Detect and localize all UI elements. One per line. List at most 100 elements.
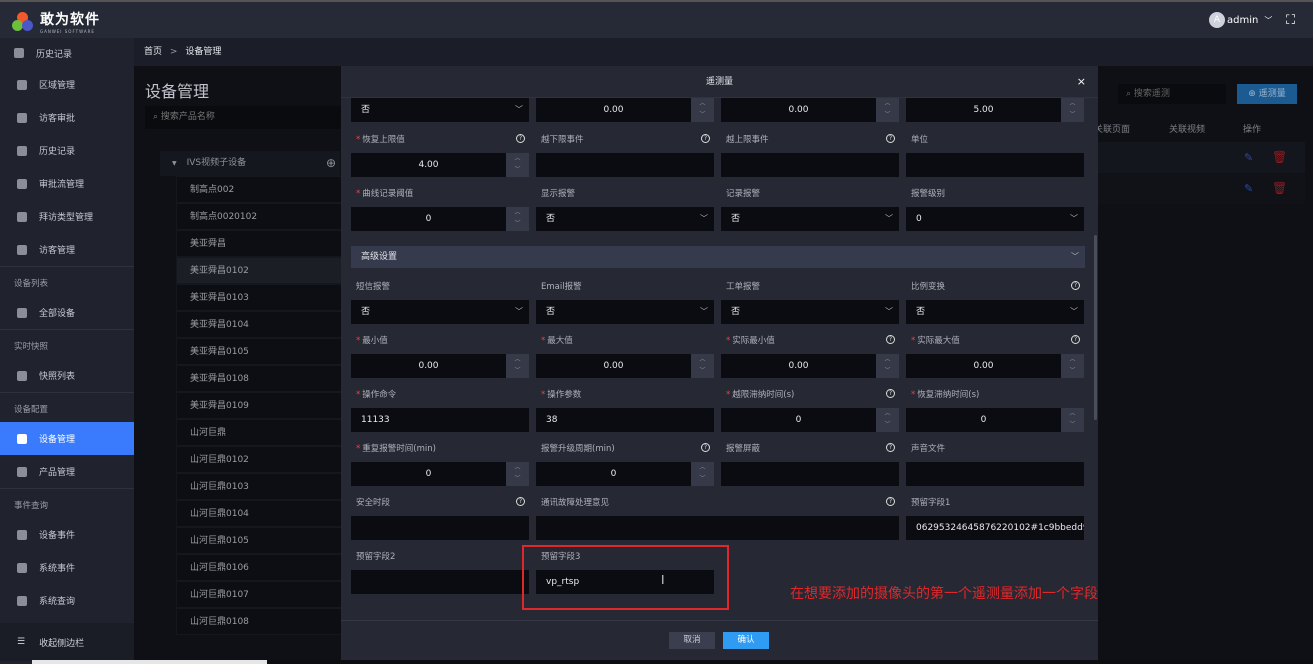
- sidebar-item[interactable]: 产品管理: [0, 455, 134, 488]
- tree-root[interactable]: ▼ IVS视频子设备 ⊕: [160, 151, 340, 176]
- sidebar-item[interactable]: 访客审批: [0, 101, 134, 134]
- number-input[interactable]: 0.00 ︿ ﹀: [721, 98, 899, 122]
- number-input[interactable]: 0.00 ︿ ﹀: [906, 354, 1084, 378]
- help-icon[interactable]: ?: [516, 134, 525, 143]
- chevron-up-icon[interactable]: ︿: [1061, 98, 1084, 109]
- text-input[interactable]: 11133: [351, 408, 529, 432]
- sidebar-item[interactable]: 设备事件: [0, 518, 134, 551]
- number-input[interactable]: 0 ︿ ﹀: [536, 462, 714, 486]
- text-input[interactable]: [721, 462, 899, 486]
- chevron-up-icon[interactable]: ︿: [691, 98, 714, 109]
- breadcrumb-home[interactable]: 首页: [144, 47, 162, 57]
- help-icon[interactable]: ?: [1071, 335, 1080, 344]
- add-circle-icon[interactable]: ⊕: [326, 151, 336, 176]
- chevron-up-icon[interactable]: ︿: [506, 153, 529, 164]
- chevron-up-icon[interactable]: ︿: [506, 354, 529, 365]
- dialog-scrollbar[interactable]: [1094, 235, 1097, 420]
- chevron-down-icon[interactable]: ﹀: [1061, 365, 1084, 376]
- number-input[interactable]: 0.00 ︿ ﹀: [351, 354, 529, 378]
- tree-item[interactable]: 山河巨鼎0103: [176, 473, 346, 500]
- chevron-down-icon[interactable]: ﹀: [506, 164, 529, 175]
- chevron-up-icon[interactable]: ︿: [506, 462, 529, 473]
- sidebar-item[interactable]: 设备管理: [0, 422, 134, 455]
- text-input[interactable]: [536, 516, 899, 540]
- sidebar-item[interactable]: 全部设备: [0, 296, 134, 329]
- fullscreen-icon[interactable]: ⛶: [1286, 13, 1295, 28]
- number-stepper[interactable]: ︿ ﹀: [1061, 408, 1084, 432]
- number-stepper[interactable]: ︿ ﹀: [506, 462, 529, 486]
- add-telemetry-button[interactable]: ⊕ 遥测量: [1237, 84, 1297, 104]
- number-stepper[interactable]: ︿ ﹀: [691, 354, 714, 378]
- sidebar-item[interactable]: 拜访类型管理: [0, 200, 134, 233]
- number-input[interactable]: 0 ︿ ﹀: [351, 207, 529, 231]
- tree-item[interactable]: 山河巨鼎0107: [176, 581, 346, 608]
- tree-item[interactable]: 山河巨鼎0102: [176, 446, 346, 473]
- number-input[interactable]: 0.00 ︿ ﹀: [721, 354, 899, 378]
- chevron-up-icon[interactable]: ︿: [876, 408, 899, 419]
- text-input[interactable]: [721, 153, 899, 177]
- sidebar-item[interactable]: 快照列表: [0, 359, 134, 392]
- number-stepper[interactable]: ︿ ﹀: [876, 354, 899, 378]
- help-icon[interactable]: ?: [516, 497, 525, 506]
- chevron-up-icon[interactable]: ︿: [506, 207, 529, 218]
- tree-item[interactable]: 制高点0020102: [176, 203, 346, 230]
- number-stepper[interactable]: ︿ ﹀: [876, 98, 899, 122]
- select-field[interactable]: 否 ﹀: [721, 207, 899, 231]
- chevron-down-icon[interactable]: ﹀: [691, 365, 714, 376]
- number-input[interactable]: 0.00 ︿ ﹀: [536, 354, 714, 378]
- product-search-input[interactable]: ⌕ 搜索产品名称: [145, 106, 345, 129]
- chevron-down-icon[interactable]: ﹀: [876, 109, 899, 120]
- help-icon[interactable]: ?: [886, 389, 895, 398]
- text-input[interactable]: [906, 462, 1084, 486]
- close-icon[interactable]: ×: [1077, 66, 1086, 98]
- select-field[interactable]: 否 ﹀: [906, 300, 1084, 324]
- number-stepper[interactable]: ︿ ﹀: [1061, 354, 1084, 378]
- select-field[interactable]: 0 ﹀: [906, 207, 1084, 231]
- user-menu[interactable]: A admin ﹀: [1209, 12, 1272, 28]
- chevron-up-icon[interactable]: ︿: [691, 354, 714, 365]
- help-icon[interactable]: ?: [1071, 281, 1080, 290]
- number-stepper[interactable]: ︿ ﹀: [506, 354, 529, 378]
- chevron-down-icon[interactable]: ﹀: [876, 419, 899, 430]
- number-stepper[interactable]: ︿ ﹀: [691, 462, 714, 486]
- tree-item[interactable]: 美亚舜昌0109: [176, 392, 346, 419]
- select-field[interactable]: 否 ﹀: [351, 98, 529, 122]
- sidebar-item[interactable]: 区域管理: [0, 68, 134, 101]
- number-stepper[interactable]: ︿ ﹀: [876, 408, 899, 432]
- tree-item[interactable]: 美亚舜昌0104: [176, 311, 346, 338]
- number-input[interactable]: 5.00 ︿ ﹀: [906, 98, 1084, 122]
- chevron-down-icon[interactable]: ﹀: [506, 473, 529, 484]
- number-stepper[interactable]: ︿ ﹀: [506, 153, 529, 177]
- sidebar-item[interactable]: 审批流管理: [0, 167, 134, 200]
- text-input[interactable]: [351, 516, 529, 540]
- chevron-down-icon[interactable]: ﹀: [876, 365, 899, 376]
- confirm-button[interactable]: 确认: [723, 632, 769, 649]
- trash-icon[interactable]: 🗑: [1272, 181, 1287, 195]
- help-icon[interactable]: ?: [886, 134, 895, 143]
- tree-item[interactable]: 制高点002: [176, 176, 346, 203]
- edit-icon[interactable]: ✎: [1244, 182, 1253, 195]
- select-field[interactable]: 否 ﹀: [721, 300, 899, 324]
- text-input[interactable]: 38: [536, 408, 714, 432]
- collapse-sidebar-button[interactable]: ☰ 收起侧边栏: [0, 623, 134, 661]
- text-input[interactable]: [351, 570, 529, 594]
- tree-item[interactable]: 美亚舜昌0105: [176, 338, 346, 365]
- tree-item[interactable]: 美亚舜昌0102: [176, 257, 346, 284]
- number-input[interactable]: 0 ︿ ﹀: [721, 408, 899, 432]
- chevron-down-icon[interactable]: ﹀: [1061, 419, 1084, 430]
- sidebar-item[interactable]: 系统事件: [0, 551, 134, 584]
- help-icon[interactable]: ?: [701, 134, 710, 143]
- text-input[interactable]: [906, 153, 1084, 177]
- select-field[interactable]: 否 ﹀: [536, 300, 714, 324]
- chevron-up-icon[interactable]: ︿: [1061, 354, 1084, 365]
- chevron-up-icon[interactable]: ︿: [1061, 408, 1084, 419]
- tree-item[interactable]: 山河巨鼎: [176, 419, 346, 446]
- number-input[interactable]: 0 ︿ ﹀: [906, 408, 1084, 432]
- chevron-up-icon[interactable]: ︿: [691, 462, 714, 473]
- tree-item[interactable]: 山河巨鼎0108: [176, 608, 346, 635]
- chevron-up-icon[interactable]: ︿: [876, 98, 899, 109]
- chevron-up-icon[interactable]: ︿: [876, 354, 899, 365]
- edit-icon[interactable]: ✎: [1244, 151, 1253, 164]
- help-icon[interactable]: ?: [701, 443, 710, 452]
- help-icon[interactable]: ?: [886, 443, 895, 452]
